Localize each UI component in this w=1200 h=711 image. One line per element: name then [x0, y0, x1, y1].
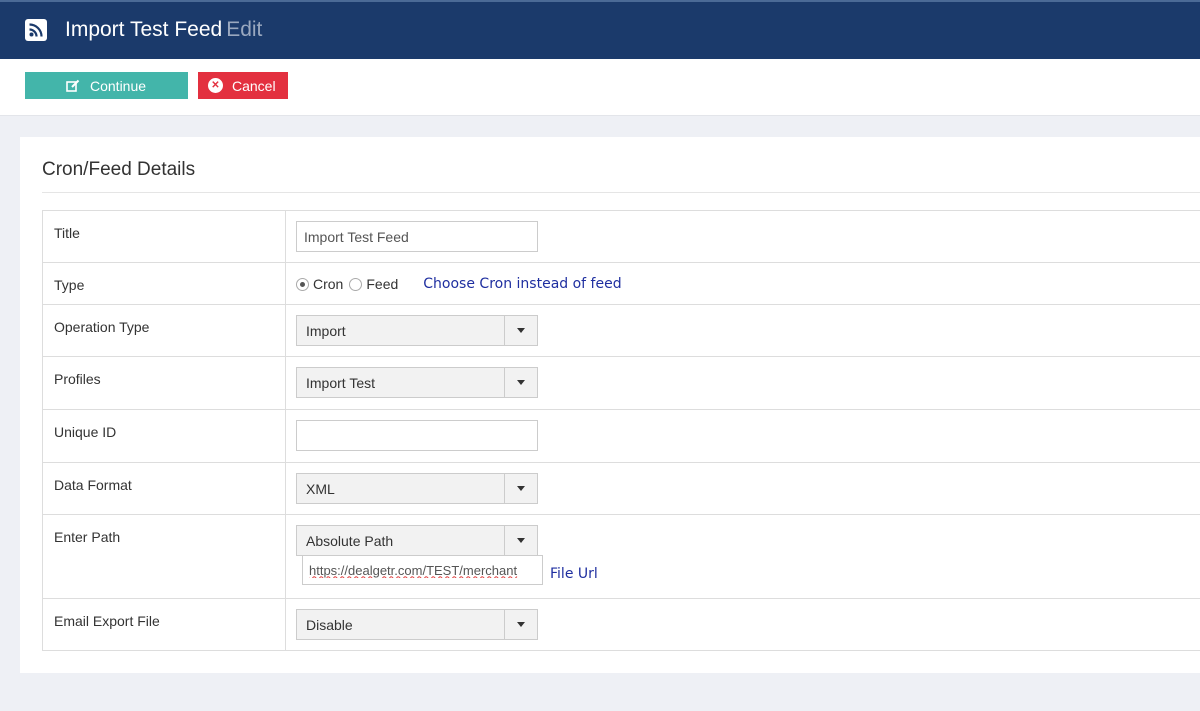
type-option-feed-label: Feed [366, 276, 399, 292]
cancel-button-label: Cancel [232, 77, 276, 94]
column-divider [285, 599, 286, 650]
title-label: Title [54, 225, 80, 241]
form-row-data-format: Data Format XML [43, 463, 1200, 515]
enter-path-select[interactable]: Absolute Path [296, 525, 538, 556]
page-title-text: Import Test Feed [65, 18, 223, 41]
column-divider [285, 410, 286, 462]
chevron-down-icon [517, 622, 525, 627]
action-toolbar: Continue ✕ Cancel [0, 59, 1200, 116]
operation-type-dropdown-toggle[interactable] [504, 316, 537, 345]
cancel-button[interactable]: ✕ Cancel [198, 72, 288, 99]
chevron-down-icon [517, 486, 525, 491]
profiles-value: Import Test [306, 375, 375, 391]
continue-button-label: Continue [90, 77, 147, 94]
form-row-unique-id: Unique ID [43, 410, 1200, 463]
type-radio-group: Cron Feed Choose Cron instead of feed [296, 276, 622, 292]
profiles-label: Profiles [54, 371, 101, 387]
form-row-profiles: Profiles Import Test [43, 357, 1200, 410]
profiles-dropdown-toggle[interactable] [504, 368, 537, 397]
type-help-note: Choose Cron instead of feed [423, 276, 622, 292]
column-divider [285, 463, 286, 514]
form-row-operation-type: Operation Type Import [43, 305, 1200, 357]
file-url-input[interactable] [302, 555, 543, 585]
chevron-down-icon [517, 328, 525, 333]
page-title-mode: Edit [226, 18, 263, 41]
data-format-select[interactable]: XML [296, 473, 538, 504]
close-circle-icon: ✕ [208, 78, 223, 93]
data-format-value: XML [306, 481, 335, 497]
data-format-label: Data Format [54, 477, 132, 493]
email-export-label: Email Export File [54, 613, 160, 629]
chevron-down-icon [517, 538, 525, 543]
page-header: Import Test Feed Edit [0, 0, 1200, 59]
form-row-type: Type Cron Feed Choose Cron instead of fe… [43, 263, 1200, 305]
data-format-dropdown-toggle[interactable] [504, 474, 537, 503]
panel-divider [42, 192, 1200, 193]
unique-id-label: Unique ID [54, 424, 117, 440]
form-row-title: Title [43, 211, 1200, 263]
type-label: Type [54, 277, 85, 293]
profiles-select[interactable]: Import Test [296, 367, 538, 398]
title-input[interactable] [296, 221, 538, 252]
email-export-value: Disable [306, 617, 353, 633]
enter-path-label: Enter Path [54, 529, 121, 545]
email-export-select[interactable]: Disable [296, 609, 538, 640]
operation-type-select[interactable]: Import [296, 315, 538, 346]
email-export-dropdown-toggle[interactable] [504, 610, 537, 639]
column-divider [285, 211, 286, 262]
details-form: Title Type Cron Feed Choose Cron instead… [42, 210, 1200, 651]
form-row-enter-path: Enter Path Absolute Path File Url [43, 515, 1200, 599]
rss-feed-icon [25, 19, 47, 41]
column-divider [285, 515, 286, 598]
form-row-email-export: Email Export File Disable [43, 599, 1200, 651]
enter-path-value: Absolute Path [306, 533, 394, 549]
unique-id-input[interactable] [296, 420, 538, 451]
column-divider [285, 357, 286, 409]
edit-icon [66, 79, 80, 93]
continue-button[interactable]: Continue [25, 72, 188, 99]
chevron-down-icon [517, 380, 525, 385]
type-radio-cron[interactable] [296, 277, 309, 291]
details-panel: Cron/Feed Details Title Type Cron Feed C… [20, 137, 1200, 673]
type-option-cron-label: Cron [313, 276, 344, 292]
enter-path-dropdown-toggle[interactable] [504, 526, 537, 555]
column-divider [285, 305, 286, 356]
column-divider [285, 263, 286, 304]
enter-path-field-group: Absolute Path File Url [296, 525, 696, 590]
operation-type-label: Operation Type [54, 319, 150, 335]
page-title: Import Test Feed Edit [65, 18, 262, 42]
type-radio-feed[interactable] [349, 277, 363, 291]
operation-type-value: Import [306, 323, 346, 339]
file-url-note: File Url [550, 566, 598, 582]
panel-title: Cron/Feed Details [42, 159, 196, 180]
